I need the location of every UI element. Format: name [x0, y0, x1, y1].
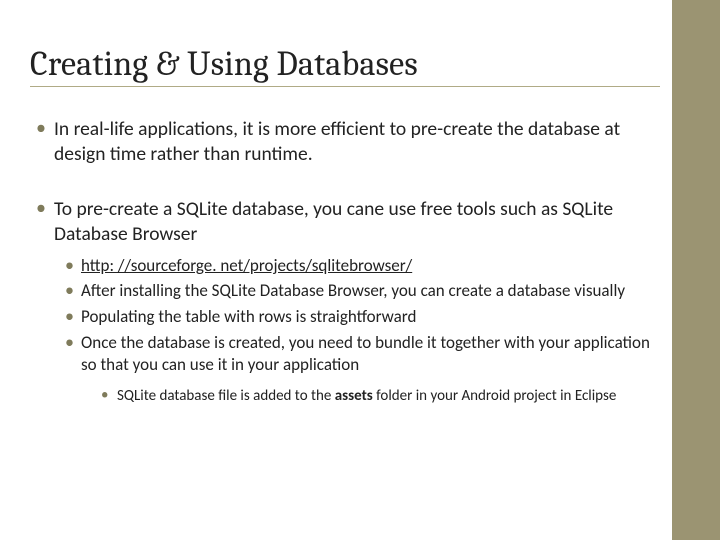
bullet-text: In real-life applications, it is more ef…	[54, 117, 620, 166]
sub-sub-bullet-text-pre: SQLite database file is added to the	[117, 387, 335, 405]
sub-sub-bullet-list: SQLite database file is added to the ass…	[81, 387, 660, 407]
sub-sub-bullet-text-em: assets	[335, 387, 373, 405]
sub-sub-bullet-item: SQLite database file is added to the ass…	[99, 387, 660, 407]
sub-bullet-item: http: //sourceforge. net/projects/sqlite…	[63, 255, 660, 278]
sub-bullet-text: Once the database is created, you need t…	[81, 332, 650, 376]
sub-bullet-item: After installing the SQLite Database Bro…	[63, 280, 660, 303]
sqlitebrowser-link[interactable]: http: //sourceforge. net/projects/sqlite…	[81, 255, 412, 276]
sub-sub-bullet-text-post: folder in your Android project in Eclips…	[373, 387, 617, 405]
sub-bullet-list: http: //sourceforge. net/projects/sqlite…	[54, 255, 660, 407]
bullet-item: In real-life applications, it is more ef…	[34, 117, 660, 167]
bullet-text: To pre-create a SQLite database, you can…	[54, 197, 613, 246]
sub-bullet-text: After installing the SQLite Database Bro…	[81, 280, 625, 301]
sub-bullet-item: Once the database is created, you need t…	[63, 332, 660, 407]
bullet-list: In real-life applications, it is more ef…	[30, 117, 660, 407]
slide-content: Creating & Using Databases In real-life …	[30, 44, 660, 437]
accent-band	[672, 0, 720, 540]
bullet-item: To pre-create a SQLite database, you can…	[34, 197, 660, 407]
sub-bullet-text: Populating the table with rows is straig…	[81, 306, 416, 327]
slide-title: Creating & Using Databases	[30, 44, 660, 87]
sub-bullet-item: Populating the table with rows is straig…	[63, 306, 660, 329]
